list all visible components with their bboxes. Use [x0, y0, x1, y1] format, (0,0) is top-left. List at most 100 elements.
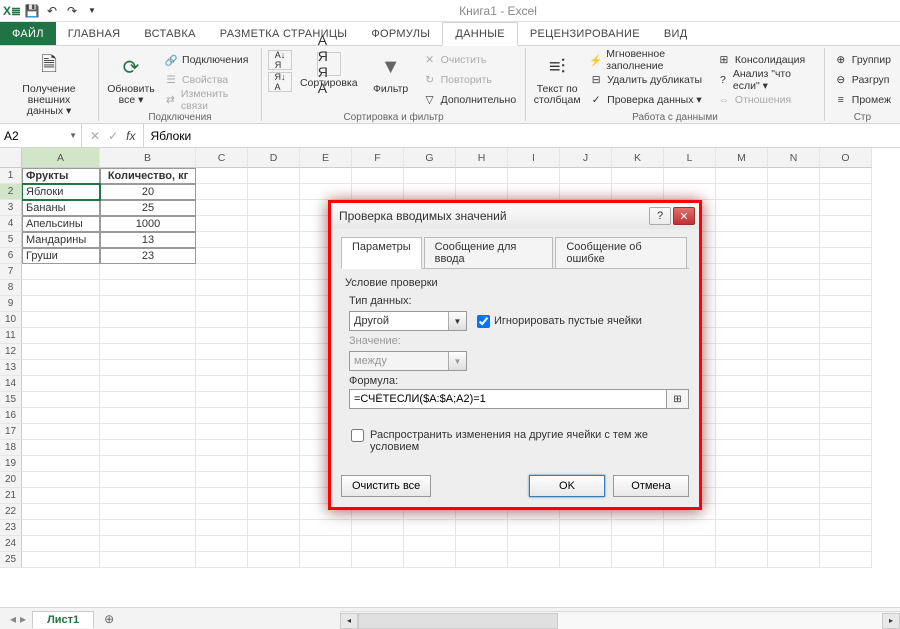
cell[interactable] [248, 344, 300, 360]
cell[interactable] [248, 488, 300, 504]
cell[interactable] [768, 312, 820, 328]
cell[interactable]: Яблоки [22, 184, 100, 200]
cell[interactable] [100, 552, 196, 568]
cell[interactable] [768, 216, 820, 232]
cell[interactable] [22, 488, 100, 504]
cell[interactable] [716, 424, 768, 440]
cell[interactable] [22, 536, 100, 552]
cell[interactable] [248, 392, 300, 408]
cell[interactable] [716, 440, 768, 456]
cell[interactable] [100, 280, 196, 296]
cell[interactable] [352, 552, 404, 568]
cell[interactable] [716, 392, 768, 408]
cell[interactable] [248, 264, 300, 280]
refresh-all-button[interactable]: ⟳ Обновитьвсе ▾ [105, 50, 157, 108]
cell[interactable] [768, 488, 820, 504]
col-header-O[interactable]: O [820, 148, 872, 168]
cell[interactable] [196, 488, 248, 504]
cell[interactable] [612, 184, 664, 200]
cell[interactable] [22, 472, 100, 488]
undo-icon[interactable]: ↶ [44, 3, 60, 19]
cell[interactable] [248, 216, 300, 232]
cell[interactable]: Мандарины [22, 232, 100, 248]
scroll-track[interactable] [358, 613, 882, 629]
cell[interactable] [300, 552, 352, 568]
row-header-10[interactable]: 10 [0, 312, 22, 328]
cell[interactable] [196, 232, 248, 248]
row-header-2[interactable]: 2 [0, 184, 22, 200]
cell[interactable] [300, 536, 352, 552]
cell[interactable] [820, 232, 872, 248]
cell[interactable] [716, 360, 768, 376]
cell[interactable] [508, 552, 560, 568]
remove-duplicates-button[interactable]: ⊟Удалить дубликаты [586, 70, 710, 90]
cell[interactable] [768, 248, 820, 264]
col-header-J[interactable]: J [560, 148, 612, 168]
cell[interactable] [248, 360, 300, 376]
cell[interactable] [768, 520, 820, 536]
col-header-H[interactable]: H [456, 148, 508, 168]
horizontal-scrollbar[interactable]: ◂ ▸ [340, 611, 900, 629]
cell[interactable] [820, 520, 872, 536]
cell[interactable] [768, 472, 820, 488]
name-box-dropdown-icon[interactable]: ▼ [69, 131, 77, 140]
relationships-button[interactable]: ⇔Отношения [714, 90, 818, 110]
cell[interactable] [248, 168, 300, 184]
formula-field[interactable] [349, 389, 667, 409]
cell[interactable] [508, 536, 560, 552]
cell[interactable] [100, 328, 196, 344]
cell[interactable] [196, 504, 248, 520]
cell[interactable] [100, 408, 196, 424]
cell[interactable] [248, 280, 300, 296]
cell[interactable] [716, 328, 768, 344]
clear-all-button[interactable]: Очистить все [341, 475, 431, 497]
ignore-blank-checkbox[interactable]: Игнорировать пустые ячейки [477, 315, 642, 328]
cell[interactable] [248, 536, 300, 552]
sort-asc-button[interactable]: А↓Я [268, 50, 292, 70]
cell[interactable] [22, 440, 100, 456]
cell[interactable] [196, 456, 248, 472]
filter-button[interactable]: ▼ Фильтр [366, 50, 416, 97]
cell[interactable] [664, 184, 716, 200]
cell[interactable] [768, 376, 820, 392]
cell[interactable] [22, 376, 100, 392]
cell[interactable] [352, 184, 404, 200]
cell[interactable] [820, 184, 872, 200]
cell[interactable] [22, 360, 100, 376]
cell[interactable] [100, 536, 196, 552]
cell[interactable] [456, 184, 508, 200]
cell[interactable] [352, 168, 404, 184]
cell[interactable] [456, 552, 508, 568]
name-box[interactable]: ▼ [0, 124, 82, 147]
cell[interactable] [820, 552, 872, 568]
cell[interactable] [716, 248, 768, 264]
dialog-titlebar[interactable]: Проверка вводимых значений ? ✕ [331, 203, 699, 229]
cell[interactable] [196, 520, 248, 536]
row-header-3[interactable]: 3 [0, 200, 22, 216]
cell[interactable] [100, 456, 196, 472]
tab-home[interactable]: ГЛАВНАЯ [56, 22, 133, 45]
row-header-11[interactable]: 11 [0, 328, 22, 344]
cell[interactable] [456, 168, 508, 184]
cell[interactable] [716, 184, 768, 200]
cell[interactable] [768, 392, 820, 408]
flash-fill-button[interactable]: ⚡Мгновенное заполнение [586, 50, 710, 70]
col-header-F[interactable]: F [352, 148, 404, 168]
col-header-A[interactable]: A [22, 148, 100, 168]
cell[interactable] [196, 264, 248, 280]
cell[interactable] [768, 344, 820, 360]
row-header-14[interactable]: 14 [0, 376, 22, 392]
fx-icon[interactable]: fx [126, 129, 135, 143]
cell[interactable] [100, 360, 196, 376]
cell[interactable] [612, 552, 664, 568]
cell[interactable] [768, 264, 820, 280]
cell[interactable] [300, 184, 352, 200]
cell[interactable] [716, 520, 768, 536]
group-button[interactable]: ⊕Группир [831, 50, 894, 70]
subtotal-button[interactable]: ≡Промеж [831, 90, 894, 110]
cell[interactable] [820, 504, 872, 520]
reapply-button[interactable]: ↻Повторить [420, 70, 520, 90]
cell[interactable]: 1000 [100, 216, 196, 232]
sort-button[interactable]: А ЯЯ А Сортировка [296, 50, 362, 91]
dialog-help-button[interactable]: ? [649, 207, 671, 225]
